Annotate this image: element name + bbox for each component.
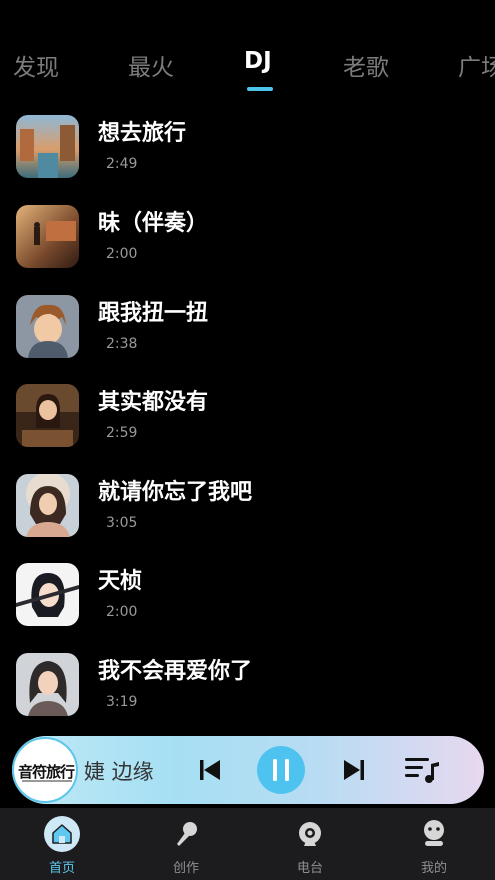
song-row[interactable]: 就请你忘了我吧 3:05: [0, 471, 495, 543]
nav-item-radio[interactable]: 电台: [248, 808, 372, 880]
song-cover-image: [16, 653, 79, 716]
pause-icon: [273, 759, 289, 781]
song-duration: 2:38: [106, 336, 138, 352]
song-row[interactable]: 想去旅行 2:49: [0, 112, 495, 184]
song-cover-image: [16, 563, 79, 626]
song-cover-image: [16, 115, 79, 178]
nav-label-home: 首页: [48, 861, 75, 876]
next-button[interactable]: [342, 758, 366, 782]
song-cover-image: [16, 384, 79, 447]
disc-logo-underline: [22, 780, 72, 782]
tab-dj[interactable]: DJ: [244, 48, 272, 74]
song-row[interactable]: 跟我扭一扭 2:38: [0, 292, 495, 364]
song-duration: 3:05: [106, 515, 138, 531]
album-disc[interactable]: 音符旅行: [12, 737, 78, 803]
mini-player[interactable]: 音符旅行 婕 边缘: [12, 736, 484, 804]
previous-button[interactable]: [198, 758, 222, 782]
song-duration: 2:00: [106, 246, 138, 262]
song-title: 其实都没有: [98, 390, 209, 415]
song-row[interactable]: 天桢 2:00: [0, 560, 495, 632]
song-title: 昧（伴奏）: [98, 211, 209, 236]
playlist-music-icon: [405, 758, 439, 783]
tab-old-songs[interactable]: 老歌: [343, 48, 389, 82]
nav-label-mine: 我的: [420, 861, 447, 876]
song-title: 就请你忘了我吧: [98, 480, 253, 505]
nav-item-create[interactable]: 创作: [124, 808, 248, 880]
song-cover-image: [16, 205, 79, 268]
song-cover-image: [16, 295, 79, 358]
tab-square[interactable]: 广场: [458, 48, 495, 82]
category-tabs: 发现 最火 DJ 老歌 广场: [0, 40, 495, 96]
radio-icon: [299, 822, 321, 846]
microphone-icon: [177, 822, 197, 846]
song-duration: 3:19: [106, 694, 138, 710]
song-title: 跟我扭一扭: [98, 301, 209, 326]
bottom-navigation: 首页 创作 电台 我的: [0, 808, 495, 880]
song-title: 想去旅行: [98, 121, 187, 146]
skip-next-icon: [344, 760, 364, 780]
pause-button[interactable]: [257, 746, 305, 794]
tab-hottest[interactable]: 最火: [128, 48, 174, 82]
disc-logo-text: 音符旅行: [17, 763, 75, 781]
song-row[interactable]: 其实都没有 2:59: [0, 381, 495, 453]
home-icon: [44, 816, 80, 852]
song-duration: 2:59: [106, 425, 138, 441]
nav-label-create: 创作: [172, 861, 199, 876]
skip-previous-icon: [200, 760, 220, 780]
song-title: 天桢: [98, 569, 143, 594]
song-cover-image: [16, 474, 79, 537]
song-duration: 2:49: [106, 156, 138, 172]
song-row[interactable]: 我不会再爱你了 3:19: [0, 650, 495, 722]
song-duration: 2:00: [106, 604, 138, 620]
nav-item-mine[interactable]: 我的: [372, 808, 495, 880]
song-title: 我不会再爱你了: [98, 659, 253, 684]
now-playing-marquee[interactable]: 婕 边缘: [84, 756, 172, 784]
nav-item-home[interactable]: 首页: [0, 808, 124, 880]
nav-label-radio: 电台: [296, 861, 323, 876]
profile-icon: [424, 820, 444, 846]
tab-discover[interactable]: 发现: [13, 48, 59, 82]
playlist-button[interactable]: [405, 756, 441, 784]
song-row[interactable]: 昧（伴奏） 2:00: [0, 202, 495, 274]
active-tab-indicator: [247, 87, 273, 91]
